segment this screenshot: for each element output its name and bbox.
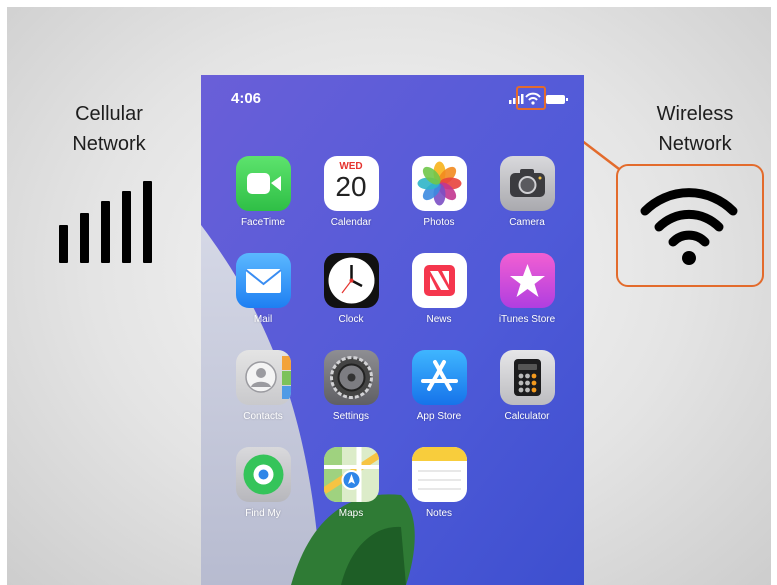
status-time: 4:06 — [231, 90, 262, 107]
app-label: Calendar — [330, 217, 372, 228]
maps-icon — [323, 447, 379, 502]
app-camera[interactable]: Camera — [490, 156, 564, 228]
calendar-date: 20 — [335, 171, 367, 202]
find-my-icon — [235, 447, 291, 502]
app-label: FaceTime — [240, 217, 286, 228]
calculator-icon — [499, 350, 555, 405]
app-calendar[interactable]: WED 20 Calendar — [314, 156, 388, 228]
slide: Cellular Network Wireless Network 4:06 F… — [7, 7, 771, 585]
app-label: Contacts — [243, 411, 283, 422]
app-news[interactable]: News — [402, 253, 476, 325]
app-mail[interactable]: Mail — [226, 253, 300, 325]
app-label: Find My — [245, 508, 281, 519]
settings-icon — [323, 350, 379, 405]
app-app-store[interactable]: App Store — [402, 350, 476, 422]
app-label: Photos — [423, 217, 455, 228]
app-label: News — [426, 314, 452, 325]
app-contacts[interactable]: Contacts — [226, 350, 300, 422]
contacts-icon — [235, 350, 291, 405]
app-label: iTunes Store — [498, 314, 556, 325]
clock-icon — [323, 253, 379, 308]
app-label: Mail — [253, 314, 273, 325]
app-label: Clock — [338, 314, 364, 325]
wifi-status-highlight — [516, 86, 546, 110]
app-label: Calculator — [504, 411, 550, 422]
camera-icon — [499, 156, 555, 211]
facetime-icon — [235, 156, 291, 211]
app-label: App Store — [416, 411, 462, 422]
app-label: Settings — [332, 411, 370, 422]
app-photos[interactable]: Photos — [402, 156, 476, 228]
app-notes[interactable]: Notes — [402, 447, 476, 519]
app-calculator[interactable]: Calculator — [490, 350, 564, 422]
app-label: Notes — [425, 508, 453, 519]
app-itunes-store[interactable]: iTunes Store — [490, 253, 564, 325]
photos-icon — [411, 156, 467, 211]
news-icon — [411, 253, 467, 308]
app-maps[interactable]: Maps — [314, 447, 388, 519]
calendar-icon: WED 20 — [323, 156, 379, 211]
itunes-store-icon — [499, 253, 555, 308]
app-store-icon — [411, 350, 467, 405]
app-clock[interactable]: Clock — [314, 253, 388, 325]
app-settings[interactable]: Settings — [314, 350, 388, 422]
app-label: Maps — [338, 508, 364, 519]
mail-icon — [235, 253, 291, 308]
notes-icon — [411, 447, 467, 502]
iphone-home-screen: 4:06 FaceTime WED 20 Calendar Photos Cam… — [201, 75, 584, 585]
app-facetime[interactable]: FaceTime — [226, 156, 300, 228]
app-label: Camera — [509, 217, 545, 228]
app-find-my[interactable]: Find My — [226, 447, 300, 519]
